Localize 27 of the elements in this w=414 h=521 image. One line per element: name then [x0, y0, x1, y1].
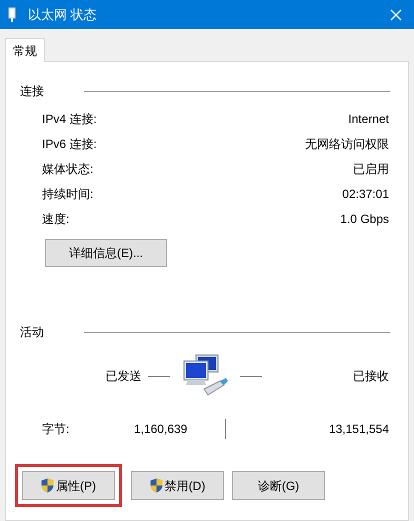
action-button[interactable]: 属性(P) — [22, 471, 115, 500]
field-label: 速度: — [42, 210, 70, 228]
received-label: 已接收 — [353, 368, 389, 385]
shield-icon — [41, 478, 54, 493]
field-label: IPv6 连接: — [42, 136, 97, 152]
sent-label: 已发送 — [106, 368, 142, 385]
shield-icon — [150, 478, 163, 493]
section-heading: 活动 — [20, 324, 44, 341]
bytes-received: 13,151,554 — [328, 421, 390, 438]
bytes-sent: 1,160,639 — [134, 421, 188, 438]
field-value: 1.0 Gbps — [340, 210, 389, 228]
field-value: 无网络访问权限 — [305, 136, 389, 152]
details-button[interactable]: 详细信息(E)... — [45, 239, 167, 267]
bytes-label: 字节: — [42, 421, 70, 438]
action-button[interactable]: 禁用(D) — [131, 471, 224, 500]
field-label: 媒体状态: — [42, 160, 94, 178]
close-icon[interactable] — [390, 8, 402, 20]
field-value: Internet — [348, 110, 389, 128]
field-value: 已启用 — [353, 160, 389, 178]
field-value: 02:37:01 — [342, 186, 389, 202]
network-adapter-icon — [8, 6, 16, 22]
section-heading: 连接 — [20, 83, 44, 100]
window-title: 以太网 状态 — [28, 6, 97, 24]
action-button[interactable]: 诊断(G) — [232, 471, 325, 500]
tab[interactable]: 常规 — [5, 38, 45, 62]
field-label: IPv4 连接: — [42, 110, 97, 128]
field-label: 持续时间: — [42, 186, 94, 202]
